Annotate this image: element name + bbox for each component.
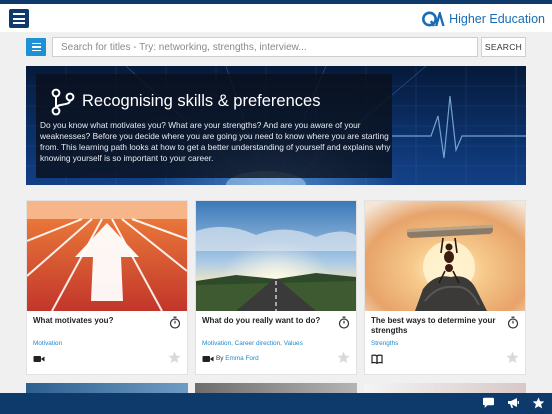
timer-icon xyxy=(169,316,181,329)
card-title[interactable]: What do you really want to do? xyxy=(202,316,330,326)
ant-lifting-log-image xyxy=(365,201,525,311)
by-label: By xyxy=(216,355,224,362)
content-card-peek[interactable] xyxy=(364,383,526,393)
content-card[interactable]: What motivates you? Motivation xyxy=(26,200,188,375)
card-title[interactable]: What motivates you? xyxy=(33,316,161,326)
next-cards-row xyxy=(26,383,526,393)
card-tags[interactable]: Strengths xyxy=(371,340,398,347)
timer-icon xyxy=(507,316,519,329)
content-card-peek[interactable] xyxy=(26,383,188,393)
bottom-toolbar xyxy=(0,393,552,414)
megaphone-icon[interactable] xyxy=(507,397,520,409)
search-input[interactable] xyxy=(52,37,478,57)
hero-description: Do you know what motivates you? What are… xyxy=(40,120,391,163)
hero-text-panel: Recognising skills & preferences Do you … xyxy=(36,74,392,178)
search-row: SEARCH xyxy=(0,32,552,62)
author-link[interactable]: Emma Ford xyxy=(225,355,258,362)
star-icon[interactable] xyxy=(532,397,545,409)
hero-title: Recognising skills & preferences xyxy=(82,92,321,110)
learning-path-icon xyxy=(51,88,75,116)
search-button[interactable]: SEARCH xyxy=(481,37,526,57)
content-card[interactable]: What do you really want to do? Motivatio… xyxy=(195,200,357,375)
card-tags[interactable]: Motivation xyxy=(33,340,62,347)
video-icon xyxy=(202,356,214,362)
running-track-image xyxy=(27,201,187,311)
card-tags[interactable]: Motivation, Career direction, Values xyxy=(202,340,303,347)
video-icon xyxy=(33,356,45,362)
chat-icon[interactable] xyxy=(482,397,495,409)
hero-banner[interactable]: Recognising skills & preferences Do you … xyxy=(26,66,526,185)
timer-icon xyxy=(338,316,350,329)
qa-logo-icon xyxy=(422,11,445,27)
top-bar: Higher Education xyxy=(0,4,552,32)
favourite-star-icon[interactable] xyxy=(337,351,350,364)
content-card-peek[interactable] xyxy=(195,383,357,393)
favourite-star-icon[interactable] xyxy=(168,351,181,364)
card-author-line: By Emma Ford xyxy=(216,355,259,362)
hamburger-menu-icon[interactable] xyxy=(9,9,29,28)
favourite-star-icon[interactable] xyxy=(506,351,519,364)
brand-name: Higher Education xyxy=(449,12,545,26)
book-icon xyxy=(371,354,383,364)
road-to-horizon-image xyxy=(196,201,356,311)
content-card[interactable]: The best ways to determine your strength… xyxy=(364,200,526,375)
card-title[interactable]: The best ways to determine your strength… xyxy=(371,316,499,335)
filter-menu-icon[interactable] xyxy=(26,38,46,56)
brand-logo[interactable]: Higher Education xyxy=(422,9,545,29)
